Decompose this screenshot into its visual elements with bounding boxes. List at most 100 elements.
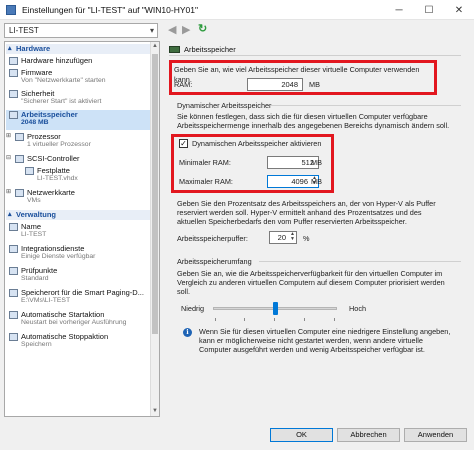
sidebar-item-sub: "Sicherer Start" ist aktiviert	[21, 98, 102, 105]
autostop-icon	[9, 333, 18, 341]
sidebar-item-memory[interactable]: Arbeitsspeicher 2048 MB	[6, 110, 159, 130]
spin-arrows-icon[interactable]: ▲ ▼	[289, 232, 296, 243]
sidebar-item-label: Hardware hinzufügen	[21, 56, 93, 65]
slider-tick	[215, 318, 216, 321]
dialog-buttons: OK Abbrechen Anwenden	[0, 423, 474, 450]
integration-icon	[9, 245, 18, 253]
buffer-value: 20	[277, 233, 286, 242]
back-arrow-icon[interactable]: ◀	[168, 23, 176, 36]
sidebar-item-name[interactable]: Name LI-TEST	[9, 222, 159, 242]
maximize-button[interactable]: ☐	[414, 0, 444, 20]
info-text-line-3: Computer ausgeführt werden und wenig Arb…	[199, 345, 425, 354]
checkpoint-icon	[9, 267, 18, 275]
forward-arrow-icon[interactable]: ▶	[182, 23, 190, 36]
sidebar-item-network-adapter[interactable]: ⊞ Netzwerkkarte VMs	[6, 188, 159, 208]
sidebar-item-sub: LI-TEST	[21, 231, 47, 238]
group-divider	[271, 105, 461, 106]
hard-disk-icon	[25, 167, 34, 175]
max-ram-unit: MB	[311, 177, 322, 186]
sidebar-item-sub: Neustart bei vorheriger Ausführung	[21, 319, 127, 326]
slider-tick	[334, 318, 335, 321]
ram-input[interactable]: 2048	[247, 78, 303, 91]
vm-select-value: LI-TEST	[9, 26, 39, 35]
ram-intro-text: Geben Sie an, wie viel Arbeitsspeicher d…	[174, 65, 420, 84]
collapse-icon[interactable]: ⊟	[6, 154, 11, 161]
slider-tick	[244, 318, 245, 321]
sidebar-item-label: Festplatte	[37, 166, 70, 175]
settings-tree: Hardware Hardware hinzufügen Firmware Vo…	[4, 41, 160, 417]
name-icon	[9, 223, 18, 231]
close-button[interactable]: ✕	[444, 0, 474, 20]
sidebar-item-label: Automatische Startaktion	[21, 310, 105, 319]
sidebar-item-label: Prozessor	[27, 132, 61, 141]
memory-weight-group-title: Arbeitsspeicherumfang	[177, 257, 252, 266]
sidebar-item-integration-services[interactable]: Integrationsdienste Einige Dienste verfü…	[9, 244, 159, 264]
ok-button[interactable]: OK	[270, 428, 333, 442]
ram-unit: MB	[309, 80, 320, 89]
sidebar-item-processor[interactable]: ⊞ Prozessor 1 virtueller Prozessor	[6, 132, 159, 152]
memory-icon	[9, 111, 18, 119]
sidebar-item-security[interactable]: Sicherheit "Sicherer Start" ist aktivier…	[9, 89, 159, 109]
sidebar-item-label: Arbeitsspeicher	[21, 110, 78, 119]
apply-button[interactable]: Anwenden	[404, 428, 467, 442]
sidebar-item-sub: Speichern	[21, 341, 52, 348]
refresh-icon[interactable]: ↻	[198, 23, 210, 35]
panel-title: Arbeitsspeicher	[184, 45, 236, 54]
scroll-down-icon[interactable]: ▼	[151, 407, 159, 416]
toolbar: LI-TEST ▾ ◀ ▶ ↻	[0, 20, 474, 40]
scsi-icon	[15, 155, 24, 163]
sidebar-item-autostart[interactable]: Automatische Startaktion Neustart bei vo…	[9, 310, 159, 330]
processor-icon	[15, 133, 24, 141]
section-header-management[interactable]: Verwaltung	[6, 210, 158, 220]
cancel-button[interactable]: Abbrechen	[337, 428, 400, 442]
min-ram-label: Minimaler RAM:	[179, 158, 231, 167]
sidebar-item-scsi-controller[interactable]: ⊟ SCSI-Controller	[6, 154, 159, 166]
max-ram-value: 4096	[291, 177, 308, 186]
autostart-icon	[9, 311, 18, 319]
memory-icon	[169, 46, 180, 53]
sidebar-item-add-hardware[interactable]: Hardware hinzufügen	[9, 56, 159, 68]
sidebar-item-hard-disk[interactable]: Festplatte LI-TEST.vhdx	[9, 166, 159, 186]
dynamic-memory-group-title: Dynamischer Arbeitsspeicher	[177, 101, 272, 110]
hyper-v-settings-icon	[6, 4, 16, 15]
sidebar-item-sub: 1 virtueller Prozessor	[27, 141, 91, 148]
chevron-down-icon: ▾	[149, 26, 154, 35]
sidebar-item-label: Speicherort für die Smart Paging-D...	[21, 288, 144, 297]
dynamic-memory-checkbox[interactable]: ✓	[179, 139, 188, 148]
sidebar-item-label: Prüfpunkte	[21, 266, 58, 275]
info-icon: i	[183, 328, 192, 337]
slider-high-label: Hoch	[349, 304, 367, 313]
max-ram-label: Maximaler RAM:	[179, 177, 233, 186]
sidebar-item-sub: Standard	[21, 275, 49, 282]
title-bar: Einstellungen für "LI-TEST" auf "WIN10-H…	[0, 0, 474, 20]
slider-thumb[interactable]	[273, 302, 278, 315]
group-divider	[259, 261, 461, 262]
sidebar-item-label: Automatische Stoppaktion	[21, 332, 109, 341]
min-ram-unit: MB	[311, 158, 322, 167]
section-header-hardware[interactable]: Hardware	[6, 44, 158, 54]
sidebar-item-firmware[interactable]: Firmware Von "Netzwerkkarte" starten	[9, 68, 159, 88]
sidebar-item-autostop[interactable]: Automatische Stoppaktion Speichern	[9, 332, 159, 352]
sidebar-item-label: Firmware	[21, 68, 53, 77]
expand-icon[interactable]: ⊞	[6, 132, 11, 139]
buffer-input[interactable]: 20 ▲ ▼	[269, 231, 297, 244]
slider-tick	[304, 318, 305, 321]
sidebar-item-sub: VMs	[27, 197, 41, 204]
sidebar-item-smart-paging[interactable]: Speicherort für die Smart Paging-D... E:…	[9, 288, 159, 308]
vm-select-dropdown[interactable]: LI-TEST ▾	[4, 23, 158, 38]
sidebar-item-sub: 2048 MB	[21, 119, 49, 126]
ram-label: RAM:	[174, 80, 193, 89]
expand-icon[interactable]: ⊞	[6, 188, 11, 195]
window-title: Einstellungen für "LI-TEST" auf "WIN10-H…	[22, 4, 199, 15]
scroll-up-icon[interactable]: ▲	[151, 42, 159, 51]
panel-header: Arbeitsspeicher	[169, 45, 461, 56]
scroll-thumb[interactable]	[152, 54, 158, 334]
dynamic-memory-checkbox-label: Dynamischen Arbeitsspeicher aktivieren	[192, 139, 322, 148]
minimize-button[interactable]: ─	[384, 0, 414, 20]
buffer-unit: %	[303, 234, 310, 243]
sidebar-item-sub: LI-TEST.vhdx	[37, 175, 78, 182]
tree-scrollbar[interactable]: ▲ ▼	[150, 42, 159, 416]
sidebar-item-label: Integrationsdienste	[21, 244, 85, 253]
sidebar-item-checkpoints[interactable]: Prüfpunkte Standard	[9, 266, 159, 286]
slider-tick	[274, 318, 275, 321]
